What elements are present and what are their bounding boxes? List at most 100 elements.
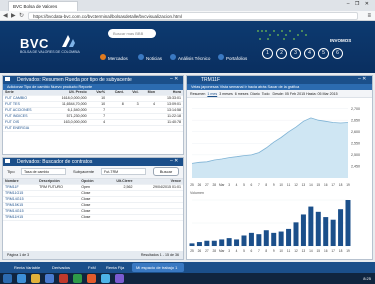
x-tick-label: 8 xyxy=(265,183,267,187)
nav-technical-analysis[interactable]: Análisis Técnico xyxy=(178,56,210,61)
chrome-icon[interactable] xyxy=(101,274,110,283)
contract-row[interactable]: TRM11H15 Close xyxy=(3,214,183,221)
x-tick-label: 6 xyxy=(251,183,253,187)
x-tick-label: 12 xyxy=(294,183,298,187)
x-tick-label: 13 xyxy=(302,249,306,253)
x-tick-label: 17 xyxy=(331,183,335,187)
summary-panel: Derivados: Resumen Rueda por tipo de sub… xyxy=(2,75,184,155)
contract-cell: Close xyxy=(79,214,104,221)
nav-portfolios[interactable]: Portafolios xyxy=(226,56,247,61)
search-button[interactable]: Buscar xyxy=(153,167,179,176)
browser-tab[interactable]: BVC Bolsa de Valores xyxy=(8,1,78,11)
pagination-text[interactable]: Página 1 de 3 xyxy=(7,253,29,257)
filter-type-select[interactable]: Tasa de cambio xyxy=(21,168,66,175)
round-button-5[interactable]: 5 xyxy=(318,48,329,59)
bvc-logo[interactable]: BVC xyxy=(20,36,49,51)
round-button-2[interactable]: 2 xyxy=(276,48,287,59)
volume-chart[interactable]: 25 26 27 28 Mar 3 4 5 6 7 8 9 10 11 12 13 14 15 16 17 18 19 xyxy=(188,196,371,254)
range-daily[interactable]: Diario xyxy=(250,92,259,96)
status-renta-fija[interactable]: Renta Fija xyxy=(106,264,124,271)
filter-underlying-select[interactable]: Fut-TRM xyxy=(101,168,146,175)
round-button-6[interactable]: 6 xyxy=(332,48,343,59)
x-tick-label: 18 xyxy=(339,249,343,253)
volume-bar xyxy=(330,219,336,246)
folder-icon[interactable] xyxy=(31,274,40,283)
range-bar: Resumen 1 mes 3 meses 6 meses Diario Tod… xyxy=(187,90,372,98)
status-derivados[interactable]: Derivados xyxy=(52,264,70,271)
browser-menu-icon[interactable]: ≡ xyxy=(367,12,371,20)
range-1m[interactable]: 1 mes xyxy=(207,92,217,96)
y-tick-label: 2,450 xyxy=(351,165,360,169)
site-header xyxy=(0,21,375,73)
panel-controls[interactable]: – ✕ xyxy=(358,75,366,83)
start-icon[interactable] xyxy=(3,274,12,283)
excel-icon[interactable] xyxy=(73,274,82,283)
search-icon[interactable]: ⌕ xyxy=(148,28,152,38)
forward-icon[interactable]: ▶ xyxy=(11,12,16,20)
x-tick-label: 5 xyxy=(243,183,245,187)
volume-bar xyxy=(234,239,240,246)
nav-news[interactable]: Noticias xyxy=(146,56,162,61)
y-axis-ticks: 2,700 2,650 2,600 2,550 2,500 2,450 xyxy=(351,107,360,169)
panel-chart-icon xyxy=(5,77,10,81)
y-tick-label: 2,650 xyxy=(351,118,360,122)
volume-bar xyxy=(271,232,277,246)
range-all[interactable]: Todo xyxy=(262,92,270,96)
x-tick-label: 27 xyxy=(205,183,209,187)
url-field[interactable]: https://bvcdata-bvc.com.co/bvcterminal/b… xyxy=(28,12,358,20)
summary-table: Serie Ult. Precio Var% Cant. Vol. Mon Ho… xyxy=(3,90,183,132)
summary-row[interactable]: FUT ENERGIA xyxy=(3,125,183,132)
x-tick-label: 19 xyxy=(346,249,350,253)
summary-cell xyxy=(107,125,126,132)
summary-panel-title: Derivados: Resumen Rueda por tipo de sub… xyxy=(3,76,183,84)
user-name[interactable]: INVOMOS xyxy=(330,38,351,43)
round-button-4[interactable]: 4 xyxy=(304,48,315,59)
y-tick-label: 2,700 xyxy=(351,107,360,111)
x-tick-label: 12 xyxy=(294,249,298,253)
nav-markets[interactable]: Mercados xyxy=(108,56,128,61)
volume-x-ticks: 25 26 27 28 Mar 3 4 5 6 7 8 9 10 11 12 13 14 15 16 17 18 19 xyxy=(190,249,350,253)
y-tick-label: 2,600 xyxy=(351,130,360,134)
x-tick-label: 9 xyxy=(273,183,275,187)
x-tick-label: Mar xyxy=(219,183,225,187)
x-tick-label: 10 xyxy=(279,249,283,253)
volume-bar xyxy=(293,222,299,246)
range-3m[interactable]: 3 meses xyxy=(219,92,233,96)
y-tick-label: 2,500 xyxy=(351,153,360,157)
ie-icon[interactable] xyxy=(17,274,26,283)
reload-icon[interactable]: ↻ xyxy=(19,12,24,20)
status-renta-variable[interactable]: Renta Variable xyxy=(14,264,40,271)
powerpoint-icon[interactable] xyxy=(87,274,96,283)
word-icon[interactable] xyxy=(45,274,54,283)
price-chart[interactable]: 2,700 2,650 2,600 2,550 2,500 2,450 25 26 27 28 M… xyxy=(188,98,371,190)
volume-bar xyxy=(248,232,254,246)
range-summary[interactable]: Resumen xyxy=(190,92,205,96)
contract-cell xyxy=(134,214,183,221)
chart-panel-title: TRM11F xyxy=(187,76,372,84)
bvc-logo-mark-icon xyxy=(62,35,75,47)
window-controls[interactable]: – ❐ ✕ xyxy=(347,1,371,7)
x-tick-label: 28 xyxy=(213,183,217,187)
volume-bar xyxy=(204,240,210,246)
volume-bar xyxy=(323,217,329,246)
back-icon[interactable]: ◀ xyxy=(3,12,8,20)
app-icon[interactable] xyxy=(115,274,124,283)
x-tick-label: 10 xyxy=(279,183,283,187)
round-button-3[interactable]: 3 xyxy=(290,48,301,59)
range-6m[interactable]: 6 meses xyxy=(235,92,249,96)
x-tick-label: 27 xyxy=(205,249,209,253)
round-button-1[interactable]: 1 xyxy=(262,48,273,59)
x-tick-label: Mar xyxy=(219,249,225,253)
pdf-icon[interactable] xyxy=(59,274,68,283)
x-tick-label: 9 xyxy=(273,249,275,253)
x-tick-label: 3 xyxy=(228,183,230,187)
x-tick-label: 14 xyxy=(309,249,313,253)
status-fxm[interactable]: FxM xyxy=(88,264,96,271)
x-tick-label: 4 xyxy=(236,183,238,187)
x-tick-label: 7 xyxy=(258,183,260,187)
panel-controls[interactable]: – ✕ xyxy=(170,75,178,83)
x-tick-label: 26 xyxy=(198,183,202,187)
portfolio-icon xyxy=(218,54,224,60)
volume-bar xyxy=(256,234,262,246)
panel-controls[interactable]: – ✕ xyxy=(170,157,178,165)
